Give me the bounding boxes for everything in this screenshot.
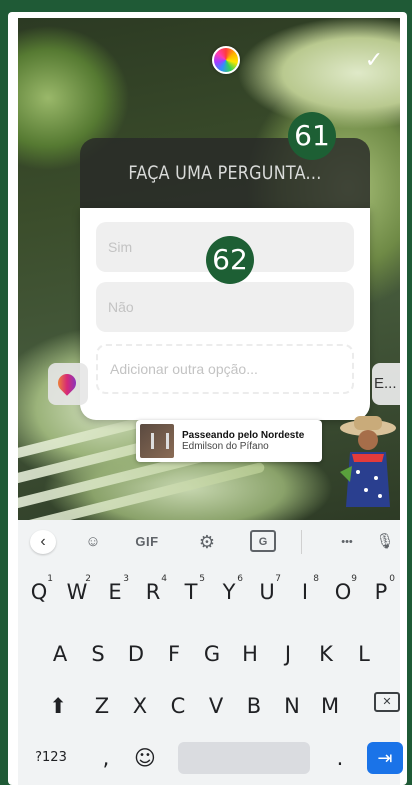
- done-check-icon[interactable]: ✓: [362, 48, 386, 72]
- key-t[interactable]: T5: [172, 572, 210, 612]
- poll-question-input[interactable]: FAÇA UMA PERGUNTA...: [128, 162, 321, 184]
- phone-frame: ✓ FAÇA UMA PERGUNTA... Sim Não Adicionar…: [8, 12, 407, 785]
- callout-badge: 62: [206, 236, 254, 284]
- keyboard-back-icon[interactable]: ‹: [30, 530, 56, 554]
- key-k[interactable]: K: [308, 634, 344, 674]
- emoji-icon[interactable]: ☺: [130, 738, 160, 778]
- key-r[interactable]: R4: [134, 572, 172, 612]
- gif-button[interactable]: GIF: [130, 530, 164, 554]
- key-g[interactable]: G: [194, 634, 230, 674]
- key-e[interactable]: E3: [96, 572, 134, 612]
- key-n[interactable]: N: [274, 686, 310, 726]
- text-sticker[interactable]: E...: [372, 363, 400, 405]
- key-f[interactable]: F: [156, 634, 192, 674]
- key-m[interactable]: M: [312, 686, 348, 726]
- key-q[interactable]: Q1: [20, 572, 58, 612]
- comma-key[interactable]: ,: [96, 738, 116, 778]
- music-artist: Edmilson do Pífano: [182, 441, 269, 452]
- key-u[interactable]: U7: [248, 572, 286, 612]
- key-d[interactable]: D: [118, 634, 154, 674]
- key-z[interactable]: Z: [84, 686, 120, 726]
- location-pin-icon: [54, 370, 80, 396]
- more-options-icon[interactable]: •••: [332, 530, 362, 554]
- key-o[interactable]: O9: [324, 572, 362, 612]
- key-l[interactable]: L: [346, 634, 382, 674]
- color-picker-button[interactable]: [212, 46, 240, 74]
- add-option-label: Adicionar outra opção...: [110, 361, 258, 377]
- key-h[interactable]: H: [232, 634, 268, 674]
- add-option-button[interactable]: Adicionar outra opção...: [96, 344, 354, 394]
- keyboard-toolbar: ‹ ☺ GIF ⚙ G ••• 🎙: [18, 520, 400, 564]
- key-s[interactable]: S: [80, 634, 116, 674]
- key-i[interactable]: I8: [286, 572, 324, 612]
- album-art-image: [140, 424, 174, 458]
- location-sticker[interactable]: [48, 363, 88, 405]
- shift-key[interactable]: ⬆: [38, 686, 78, 726]
- key-y[interactable]: Y6: [210, 572, 248, 612]
- key-a[interactable]: A: [42, 634, 78, 674]
- poll-option-2[interactable]: Não: [96, 282, 354, 332]
- microphone-icon[interactable]: 🎙: [374, 530, 396, 554]
- illustrated-character-sticker[interactable]: [338, 412, 398, 522]
- text-sticker-label: E...: [374, 375, 397, 392]
- key-c[interactable]: C: [160, 686, 196, 726]
- spacebar[interactable]: [178, 742, 310, 774]
- key-w[interactable]: W2: [58, 572, 96, 612]
- period-key[interactable]: .: [330, 738, 350, 778]
- settings-gear-icon[interactable]: ⚙: [194, 530, 220, 554]
- key-x[interactable]: X: [122, 686, 158, 726]
- music-sticker[interactable]: Passeando pelo Nordeste Edmilson do Pífa…: [136, 420, 322, 462]
- poll-option-label: Não: [108, 299, 134, 315]
- symbols-key[interactable]: ?123: [26, 738, 76, 778]
- sticker-icon[interactable]: ☺: [80, 530, 106, 554]
- key-v[interactable]: V: [198, 686, 234, 726]
- callout-badge: 61: [288, 112, 336, 160]
- key-j[interactable]: J: [270, 634, 306, 674]
- soft-keyboard: ‹ ☺ GIF ⚙ G ••• 🎙 Q1 W2 E3 R4 T5 Y6 U7 I…: [18, 520, 403, 785]
- key-b[interactable]: B: [236, 686, 272, 726]
- toolbar-divider: [301, 530, 302, 554]
- enter-key[interactable]: ⇥: [367, 742, 403, 774]
- backspace-icon[interactable]: ✕: [374, 692, 400, 712]
- poll-option-label: Sim: [108, 239, 133, 255]
- key-p[interactable]: P0: [362, 572, 400, 612]
- translate-icon[interactable]: G: [250, 530, 276, 552]
- music-title: Passeando pelo Nordeste: [182, 429, 305, 441]
